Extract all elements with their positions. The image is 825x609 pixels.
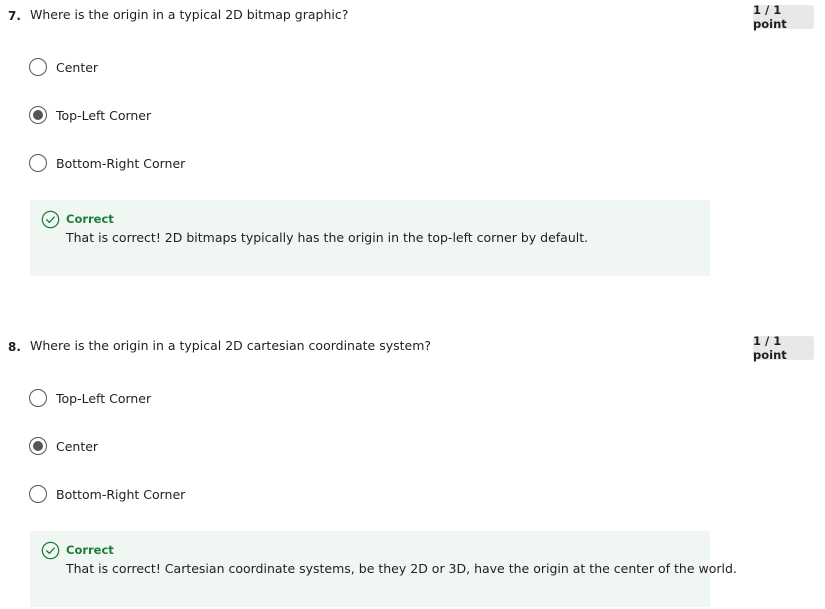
option-label: Center <box>56 59 99 75</box>
question-text: Where is the origin in a typical 2D bitm… <box>30 7 349 22</box>
radio-button-selected[interactable] <box>29 437 47 455</box>
option-top-left-corner[interactable]: Top-Left Corner <box>29 103 329 127</box>
feedback-text: That is correct! 2D bitmaps typically ha… <box>66 230 589 245</box>
option-top-left-corner[interactable]: Top-Left Corner <box>29 386 329 410</box>
points-badge: 1 / 1 point <box>753 334 814 362</box>
radio-button[interactable] <box>29 154 47 172</box>
option-label: Bottom-Right Corner <box>56 486 186 502</box>
option-bottom-right-corner[interactable]: Bottom-Right Corner <box>29 151 329 175</box>
question-header: 8. Where is the origin in a typical 2D c… <box>0 331 825 363</box>
radio-button[interactable] <box>29 58 47 76</box>
option-label: Center <box>56 438 99 454</box>
feedback-box: Correct That is correct! 2D bitmaps typi… <box>30 200 710 276</box>
check-circle-icon <box>41 541 60 560</box>
question-number: 8. <box>8 340 21 354</box>
radio-dot <box>33 441 43 451</box>
question-number: 7. <box>8 9 21 23</box>
points-badge: 1 / 1 point <box>753 3 814 31</box>
option-label: Top-Left Corner <box>56 390 152 406</box>
feedback-text: That is correct! Cartesian coordinate sy… <box>66 561 737 576</box>
radio-button[interactable] <box>29 389 47 407</box>
feedback-box: Correct That is correct! Cartesian coord… <box>30 531 737 607</box>
check-circle-icon <box>41 210 60 229</box>
feedback-title: Correct <box>66 212 114 226</box>
option-bottom-right-corner[interactable]: Bottom-Right Corner <box>29 482 329 506</box>
radio-dot <box>33 110 43 120</box>
radio-button-selected[interactable] <box>29 106 47 124</box>
question-text: Where is the origin in a typical 2D cart… <box>30 338 432 353</box>
option-label: Top-Left Corner <box>56 107 152 123</box>
option-center[interactable]: Center <box>29 434 329 458</box>
option-center[interactable]: Center <box>29 55 329 79</box>
question-header: 7. Where is the origin in a typical 2D b… <box>0 0 825 32</box>
feedback-title: Correct <box>66 543 114 557</box>
option-label: Bottom-Right Corner <box>56 155 186 171</box>
radio-button[interactable] <box>29 485 47 503</box>
